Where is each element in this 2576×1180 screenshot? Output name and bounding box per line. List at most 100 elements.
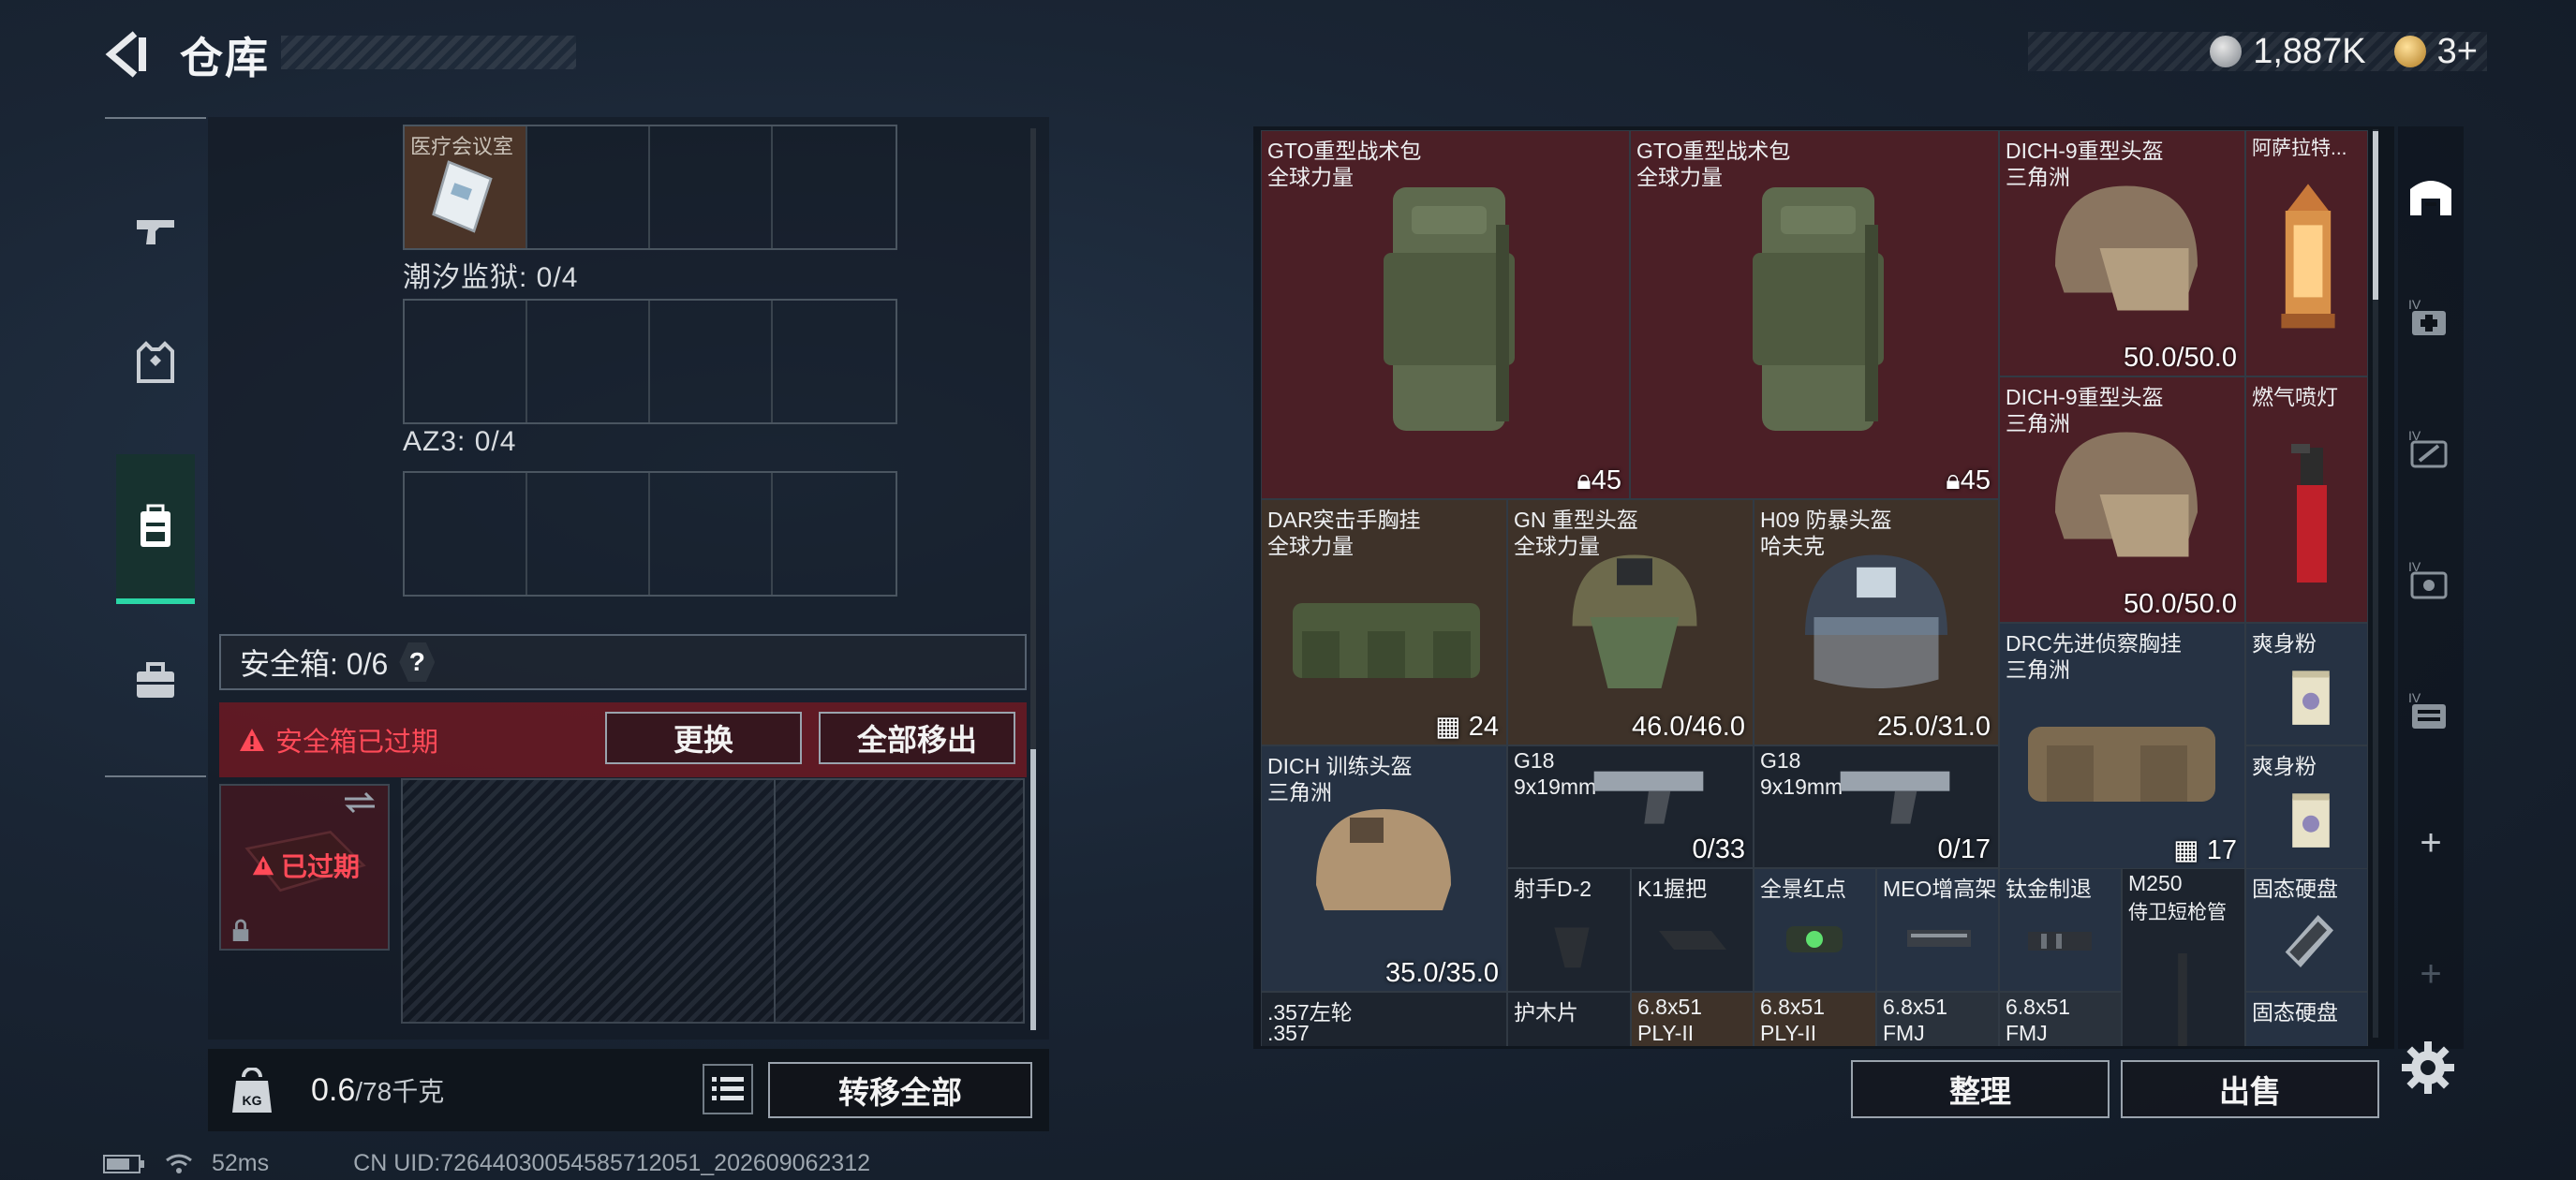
ping-readout: 52ms bbox=[212, 1150, 270, 1176]
item-cell[interactable]: 护木片 bbox=[1507, 992, 1631, 1046]
powder-can-icon bbox=[2292, 793, 2330, 848]
item-cell[interactable]: 固态硬盘 bbox=[2245, 992, 2368, 1046]
helmet-icon bbox=[2055, 185, 2198, 311]
helmet-icon bbox=[1572, 554, 1697, 688]
settings-button[interactable] bbox=[2398, 1038, 2458, 1098]
item-cell[interactable]: GTO重型战术包 全球力量 🔒︎45 bbox=[1261, 130, 1630, 499]
item-cell[interactable]: GTO重型战术包 全球力量 🔒︎45 bbox=[1630, 130, 1999, 499]
empty-slot[interactable] bbox=[405, 301, 527, 422]
item-cell[interactable]: 阿萨拉特... bbox=[2245, 130, 2368, 376]
replace-button[interactable]: 更换 bbox=[605, 712, 802, 764]
item-cell[interactable]: 钛金制退 bbox=[1999, 868, 2122, 992]
item-caliber: PLY-II bbox=[1760, 1021, 1817, 1045]
silver-coin-icon bbox=[2210, 36, 2243, 67]
back-button[interactable] bbox=[101, 28, 154, 81]
item-cell[interactable]: 6.8x51 PLY-II bbox=[1754, 992, 1876, 1046]
item-cell[interactable]: MEO增高架 bbox=[1876, 868, 1999, 992]
empty-slot[interactable] bbox=[405, 473, 527, 595]
left-category-tabs bbox=[105, 117, 206, 777]
move-all-out-button[interactable]: 全部移出 bbox=[819, 712, 1015, 764]
powder-can-icon bbox=[2292, 671, 2330, 725]
item-cell[interactable]: 6.8x51 FMJ bbox=[1999, 992, 2122, 1046]
item-subtitle: 侍卫短枪管 bbox=[2128, 902, 2227, 923]
barrel-icon bbox=[2178, 953, 2187, 1046]
item-cell[interactable]: 全景红点 bbox=[1754, 868, 1876, 992]
item-ammo-count: 0/17 bbox=[1937, 834, 1991, 864]
warehouse-panel: GTO重型战术包 全球力量 🔒︎45 GTO重型战术包 全球力量 🔒︎45 DI… bbox=[1253, 126, 2394, 1049]
item-ammo-count: 0/33 bbox=[1692, 834, 1745, 864]
list-view-button[interactable] bbox=[703, 1064, 753, 1114]
empty-slot[interactable] bbox=[650, 301, 773, 422]
help-icon[interactable]: ? bbox=[399, 642, 436, 682]
item-cell[interactable]: K1握把 bbox=[1631, 868, 1754, 992]
item-capacity: ▦ 24 bbox=[1435, 712, 1499, 742]
swap-icon bbox=[345, 791, 375, 814]
empty-slot[interactable] bbox=[773, 301, 896, 422]
item-cell[interactable]: GN 重型头盔 全球力量 46.0/46.0 bbox=[1507, 499, 1754, 745]
tab-extension-1[interactable]: IV bbox=[2398, 276, 2464, 361]
item-faction: 全球力量 bbox=[1267, 165, 1354, 189]
container-grid bbox=[403, 299, 897, 424]
item-cell[interactable]: .357左轮 .357 bbox=[1261, 992, 1507, 1046]
back-arrow-icon bbox=[105, 31, 146, 78]
item-cell[interactable]: DRC先进侦察胸挂 三角洲 ▦ 17 bbox=[1999, 623, 2245, 869]
add-extension-button-disabled[interactable]: + bbox=[2398, 932, 2464, 1016]
tab-equipment[interactable] bbox=[105, 306, 206, 419]
tab-case[interactable] bbox=[105, 625, 206, 737]
empty-slot[interactable] bbox=[527, 301, 650, 422]
item-durability: 46.0/46.0 bbox=[1632, 712, 1745, 742]
tab-main-warehouse[interactable] bbox=[2398, 153, 2464, 237]
item-cell[interactable]: G18 9x19mm 0/17 bbox=[1754, 745, 1999, 868]
item-cell[interactable]: 爽身粉 bbox=[2245, 745, 2368, 869]
safe-box-bar: 安全箱: 0/6 ? bbox=[219, 634, 1027, 690]
item-cell[interactable]: H09 防暴头盔 哈夫克 25.0/31.0 bbox=[1754, 499, 1999, 745]
left-scrollbar-thumb[interactable] bbox=[1030, 749, 1036, 1030]
sell-button[interactable]: 出售 bbox=[2121, 1060, 2379, 1118]
item-name: K1握把 bbox=[1637, 877, 1708, 901]
empty-slot[interactable] bbox=[650, 126, 773, 248]
item-cell[interactable]: DAR突击手胸挂 全球力量 ▦ 24 bbox=[1261, 499, 1507, 745]
empty-slot[interactable] bbox=[773, 126, 896, 248]
item-name: 爽身粉 bbox=[2252, 631, 2317, 656]
item-name: 6.8x51 bbox=[1883, 995, 1948, 1019]
empty-slot[interactable] bbox=[650, 473, 773, 595]
gold-amount[interactable]: 3+ bbox=[2437, 32, 2478, 72]
item-name: 6.8x51 bbox=[1637, 995, 1703, 1019]
empty-slot[interactable] bbox=[527, 126, 650, 248]
transfer-all-button[interactable]: 转移全部 bbox=[768, 1062, 1032, 1118]
svg-text:IV: IV bbox=[2408, 297, 2421, 312]
item-cell[interactable]: DICH-9重型头盔 三角洲 50.0/50.0 bbox=[1999, 130, 2245, 376]
empty-slot[interactable] bbox=[773, 473, 896, 595]
item-cell[interactable]: 6.8x51 PLY-II bbox=[1631, 992, 1754, 1046]
currency-bar: 1,887K 3+ bbox=[2028, 32, 2487, 71]
item-cell[interactable]: 爽身粉 bbox=[2245, 623, 2368, 745]
tab-weapons[interactable] bbox=[105, 175, 206, 288]
safe-box-grid[interactable] bbox=[401, 778, 1025, 1024]
item-cell[interactable]: 6.8x51 FMJ bbox=[1876, 992, 1999, 1046]
tab-extension-2[interactable]: IV bbox=[2398, 407, 2464, 492]
gold-coin-icon bbox=[2393, 36, 2426, 67]
add-extension-button[interactable]: + bbox=[2398, 801, 2464, 885]
empty-slot[interactable] bbox=[527, 473, 650, 595]
sort-button[interactable]: 整理 bbox=[1851, 1060, 2110, 1118]
page-title: 仓库 bbox=[180, 34, 270, 82]
warehouse-scrollbar-thumb[interactable] bbox=[2373, 131, 2378, 300]
item-faction: 全球力量 bbox=[1636, 165, 1723, 189]
item-name: 爽身粉 bbox=[2252, 754, 2317, 778]
safe-box-case[interactable]: 已过期 bbox=[219, 784, 390, 951]
item-cell[interactable]: G18 9x19mm 0/33 bbox=[1507, 745, 1754, 868]
tab-extension-3[interactable]: IV bbox=[2398, 538, 2464, 623]
item-cell[interactable]: DICH 训练头盔 三角洲 35.0/35.0 bbox=[1261, 745, 1507, 992]
item-cell[interactable]: DICH-9重型头盔 三角洲 50.0/50.0 bbox=[1999, 376, 2245, 623]
item-cell[interactable]: 射手D-2 bbox=[1507, 868, 1631, 992]
item-slot-medical-keycard[interactable]: 医疗会议室 bbox=[405, 126, 527, 248]
cabinet-extension-icon: IV bbox=[2408, 690, 2446, 729]
item-cell[interactable]: M250 侍卫短枪管 bbox=[2122, 868, 2245, 1046]
warehouse-grid: GTO重型战术包 全球力量 🔒︎45 GTO重型战术包 全球力量 🔒︎45 DI… bbox=[1261, 130, 2381, 1046]
tab-backpack[interactable] bbox=[116, 454, 195, 604]
item-capacity: ▦ 17 bbox=[2173, 835, 2237, 865]
tab-extension-4[interactable]: IV bbox=[2398, 670, 2464, 754]
item-durability: 50.0/50.0 bbox=[2124, 589, 2237, 619]
item-cell[interactable]: 固态硬盘 bbox=[2245, 868, 2368, 992]
item-cell[interactable]: 燃气喷灯 bbox=[2245, 376, 2368, 623]
